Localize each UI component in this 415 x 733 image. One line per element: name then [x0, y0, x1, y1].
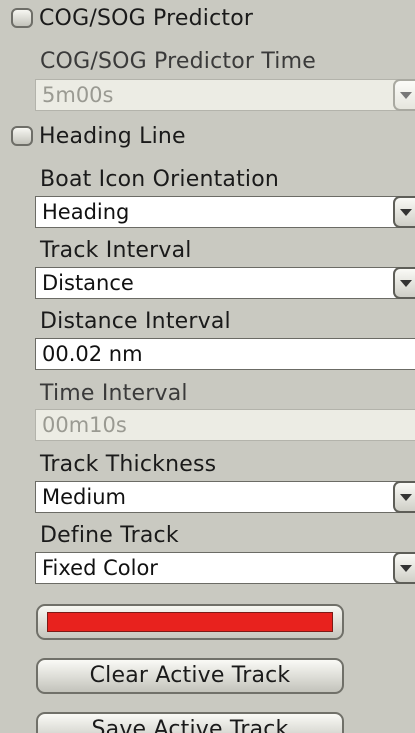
cog-sog-predictor-time-select: 5m00s: [35, 79, 415, 111]
cog-sog-predictor-label: COG/SOG Predictor: [39, 5, 254, 31]
track-settings-panel: COG/SOG Predictor COG/SOG Predictor Time…: [0, 0, 415, 733]
chevron-down-icon: [393, 79, 415, 111]
heading-line-label: Heading Line: [39, 123, 186, 149]
cog-sog-predictor-row[interactable]: COG/SOG Predictor: [0, 2, 253, 34]
track-thickness-label: Track Thickness: [40, 452, 217, 477]
track-interval-label: Track Interval: [40, 238, 192, 263]
track-color-swatch: [47, 612, 333, 632]
cog-sog-predictor-time-label: COG/SOG Predictor Time: [40, 49, 316, 74]
track-thickness-value: Medium: [42, 485, 126, 509]
define-track-label: Define Track: [40, 523, 179, 548]
boat-icon-orientation-value: Heading: [42, 200, 130, 224]
boat-icon-orientation-select[interactable]: Heading: [35, 196, 415, 228]
cog-sog-predictor-time-value: 5m00s: [42, 83, 114, 107]
chevron-down-icon[interactable]: [393, 196, 415, 228]
track-thickness-select[interactable]: Medium: [35, 481, 415, 513]
chevron-down-icon[interactable]: [393, 481, 415, 513]
define-track-select[interactable]: Fixed Color: [35, 552, 415, 584]
cog-sog-predictor-checkbox[interactable]: [11, 8, 33, 28]
time-interval-value: 00m10s: [42, 413, 127, 437]
time-interval-input: 00m10s: [35, 409, 415, 441]
time-interval-label: Time Interval: [40, 381, 188, 406]
track-color-button[interactable]: [36, 604, 344, 640]
track-interval-select[interactable]: Distance: [35, 267, 415, 299]
distance-interval-input[interactable]: 00.02 nm: [35, 338, 415, 370]
distance-interval-label: Distance Interval: [40, 309, 231, 334]
save-active-track-button[interactable]: Save Active Track: [36, 712, 344, 733]
define-track-value: Fixed Color: [42, 556, 158, 580]
boat-icon-orientation-label: Boat Icon Orientation: [40, 167, 280, 192]
heading-line-row[interactable]: Heading Line: [0, 120, 186, 152]
track-interval-value: Distance: [42, 271, 134, 295]
chevron-down-icon[interactable]: [393, 267, 415, 299]
heading-line-checkbox[interactable]: [11, 126, 33, 146]
chevron-down-icon[interactable]: [393, 552, 415, 584]
clear-active-track-button[interactable]: Clear Active Track: [36, 658, 344, 694]
distance-interval-value: 00.02 nm: [42, 342, 143, 366]
